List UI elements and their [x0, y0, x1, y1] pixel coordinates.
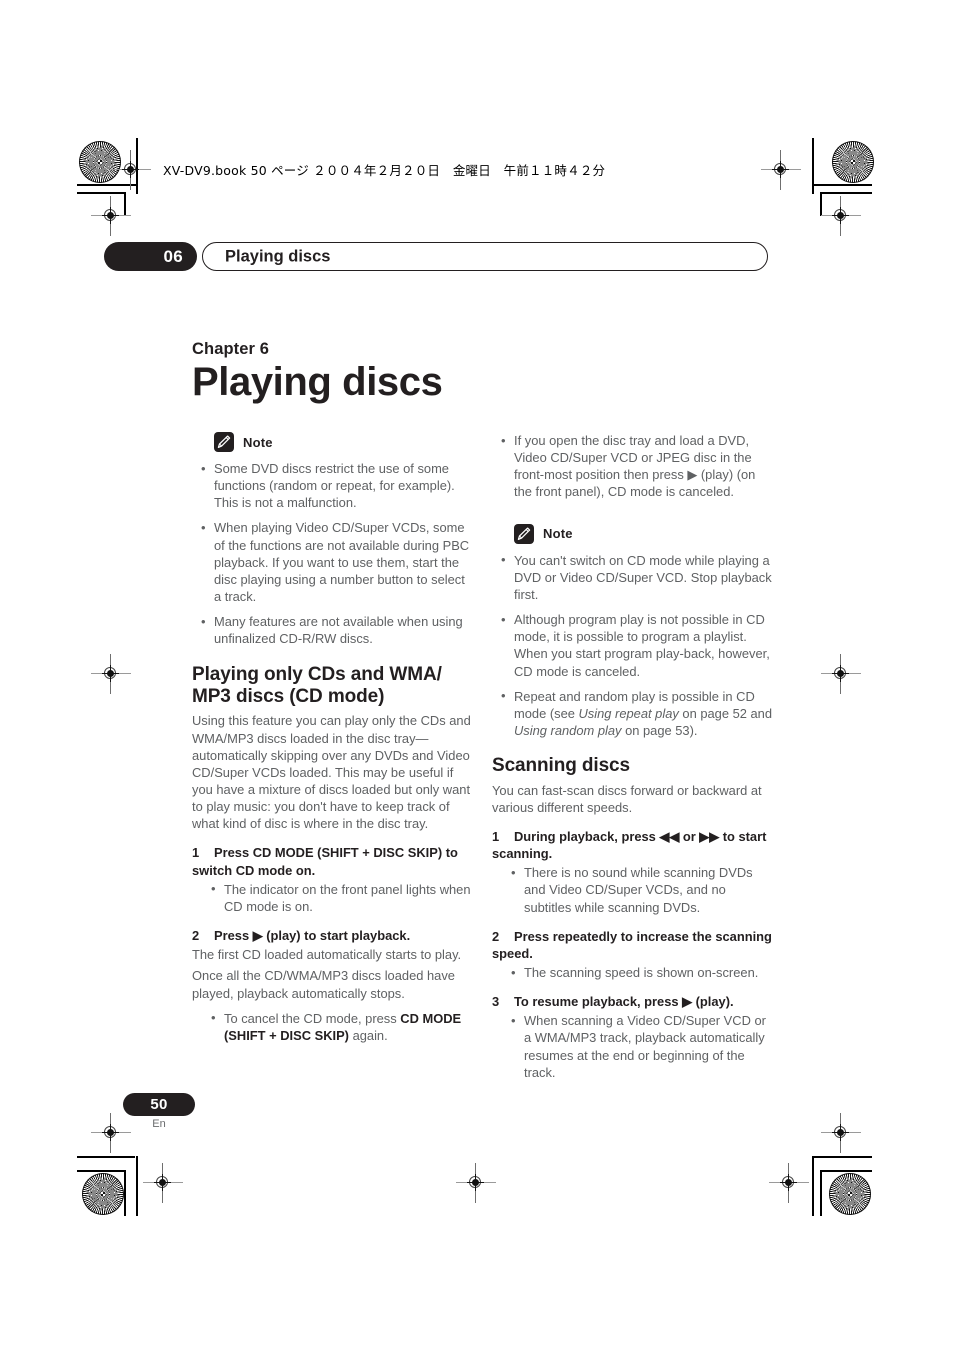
registration-target-bottom-right	[769, 1163, 809, 1203]
step-1-scanning: 1 During playback, press ◀◀ or ▶▶ to star…	[492, 828, 772, 862]
step-1-cd-mode: 1 Press CD MODE (SHIFT + DISC SKIP) to sw…	[192, 844, 472, 878]
list-item: If you open the disc tray and load a DVD…	[492, 432, 772, 501]
note-bullet-list-left: Some DVD discs restrict the use of some …	[192, 459, 472, 648]
step-text: Press ▶ (play) to start playback.	[214, 928, 411, 944]
step-2-body-1: The first CD loaded automatically starts…	[192, 947, 462, 963]
step-number: 2	[192, 928, 200, 944]
step-2-bullets-cd-mode: To cancel the CD mode, press CD MODE (SH…	[192, 1009, 472, 1044]
list-item: Many features are not available when usi…	[192, 613, 472, 647]
registration-target-right-lower	[821, 1113, 861, 1153]
note-label-left: Note	[243, 434, 273, 450]
chapter-number-label: 06	[163, 246, 183, 266]
language-code: En	[152, 1118, 166, 1130]
registration-target-left-upper	[91, 196, 131, 236]
note-header-right: Note	[514, 523, 772, 544]
chapter-number-badge: 06	[104, 242, 197, 271]
list-item: Repeat and random play is possible in CD…	[492, 687, 773, 739]
registration-target-right-middle	[821, 654, 861, 694]
starburst-mark-bottom-left	[82, 1173, 124, 1215]
list-item: There is no sound while scanning DVDs an…	[492, 864, 772, 915]
step-2-bullets-scanning: The scanning speed is shown on-screen.	[492, 963, 772, 981]
cross-reference-random-play: Using random play	[514, 723, 622, 739]
page-footer: 50 En	[123, 1093, 203, 1130]
step-text: During playback, press ◀◀ or ▶▶ to start…	[492, 828, 767, 862]
step-1-bullets-scanning: There is no sound while scanning DVDs an…	[492, 864, 772, 915]
step-3-scanning: 3 To resume playback, press ▶ (play).	[492, 993, 772, 1010]
running-head-title: Playing discs	[225, 247, 331, 265]
book-file-stamp: XV-DV9.book 50 ページ ２００４年２月２０日 金曜日 午前１１時４…	[163, 163, 606, 178]
note-label-right: Note	[543, 526, 573, 542]
left-column: Note Some DVD discs restrict the use of …	[192, 432, 472, 1054]
list-item: The indicator on the front panel lights …	[192, 880, 472, 915]
list-item: To cancel the CD mode, press CD MODE (SH…	[192, 1009, 472, 1044]
list-item: Although program play is not possible in…	[492, 611, 772, 680]
list-item: You can't switch on CD mode while playin…	[492, 551, 772, 603]
section-heading-cd-mode: Playing only CDs and WMA/ MP3 discs (CD …	[192, 663, 442, 707]
body-columns: Note Some DVD discs restrict the use of …	[192, 432, 774, 1080]
registration-target-right-upper	[821, 196, 861, 236]
running-head-capsule: Playing discs	[202, 242, 768, 271]
right-column: If you open the disc tray and load a DVD…	[492, 432, 772, 1091]
registration-target-bottom-left	[143, 1163, 183, 1203]
section-intro-scanning: You can fast-scan discs forward or backw…	[492, 782, 762, 815]
title-block: Chapter 6 Playing discs	[192, 340, 772, 403]
section-heading-scanning: Scanning discs	[492, 755, 630, 777]
page-title: Playing discs	[192, 360, 443, 404]
step-number: 3	[492, 994, 500, 1010]
step-3-bullets-scanning: When scanning a Video CD/Super VCD or a …	[492, 1012, 772, 1081]
step-1-bullets-cd-mode: The indicator on the front panel lights …	[192, 880, 472, 915]
registration-target-left-middle	[91, 654, 131, 694]
bullet-text-post: on page 53).	[621, 723, 698, 739]
registration-target-bottom-center	[456, 1163, 496, 1203]
step-2-cd-mode: 2 Press ▶ (play) to start playback.	[192, 927, 472, 944]
cross-reference-repeat-play: Using repeat play	[578, 705, 679, 721]
bullet-text-post: again.	[348, 1027, 388, 1043]
starburst-mark-top-right	[832, 141, 874, 183]
step-text: Press CD MODE (SHIFT + DISC SKIP) to swi…	[192, 845, 458, 878]
registration-target-top-left	[111, 150, 151, 190]
page-number-badge: 50	[123, 1093, 195, 1116]
starburst-mark-bottom-right	[829, 1173, 871, 1215]
top-bullet-list-right: If you open the disc tray and load a DVD…	[492, 432, 772, 501]
list-item: The scanning speed is shown on-screen.	[492, 963, 772, 981]
pencil-icon	[514, 523, 534, 544]
step-number: 1	[492, 828, 500, 844]
step-2-body-2: Once all the CD/WMA/MP3 discs loaded hav…	[192, 968, 455, 1001]
running-head: 06 Playing discs	[104, 242, 768, 271]
step-text: To resume playback, press ▶ (play).	[514, 994, 734, 1010]
registration-target-top-right	[761, 150, 801, 190]
list-item: When scanning a Video CD/Super VCD or a …	[492, 1012, 772, 1081]
step-number: 2	[492, 928, 500, 944]
list-item: Some DVD discs restrict the use of some …	[192, 459, 472, 511]
section-intro-cd-mode: Using this feature you can play only the…	[192, 713, 471, 832]
note-bullet-list-right: You can't switch on CD mode while playin…	[492, 551, 773, 740]
pencil-icon	[214, 432, 234, 452]
chapter-label: Chapter 6	[192, 340, 270, 358]
step-2-scanning: 2 Press repeatedly to increase the scanni…	[492, 928, 772, 962]
starburst-mark-top-left	[79, 141, 121, 183]
step-text: Press repeatedly to increase the scannin…	[492, 928, 772, 961]
list-item: When playing Video CD/Super VCDs, some o…	[192, 519, 472, 605]
registration-target-left-lower	[91, 1113, 131, 1153]
bullet-text-mid: on page 52 and	[678, 705, 773, 721]
note-header-left: Note	[214, 432, 472, 452]
step-number: 1	[192, 845, 200, 861]
bullet-text-pre: To cancel the CD mode, press	[224, 1010, 401, 1026]
